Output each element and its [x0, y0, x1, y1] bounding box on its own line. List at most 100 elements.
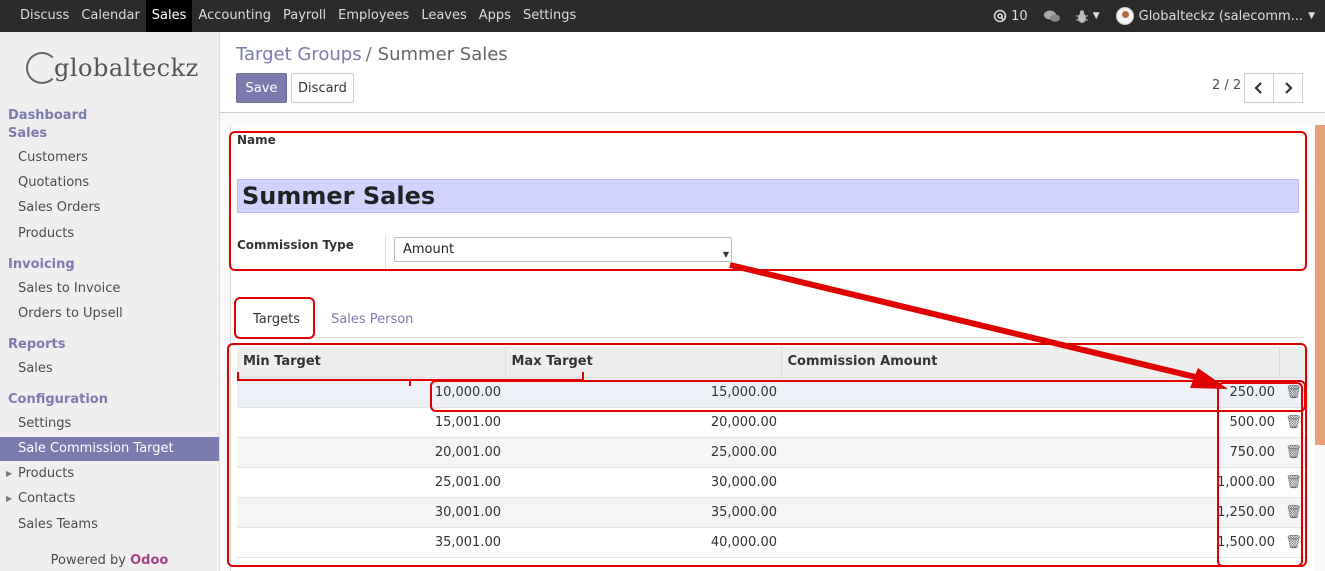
form-sheet: Name Summer Sales Commission Type Amount… — [230, 125, 1314, 571]
min-target-cell: 15,001.00 — [237, 407, 505, 438]
form-view: Name Summer Sales Commission Type Amount… — [220, 113, 1325, 571]
breadcrumb: Target Groups / Summer Sales — [236, 44, 508, 65]
sidebar-item-config-products[interactable]: ▶ Products — [0, 462, 219, 486]
scrollbar[interactable] — [1315, 125, 1325, 445]
sidebar-item-sales-orders[interactable]: Sales Orders — [0, 196, 219, 220]
caret-right-icon: ▶ — [6, 469, 13, 478]
sidebar-item-contacts[interactable]: ▶ Contacts — [0, 487, 219, 511]
targets-table: Min Target Max Target Commission Amount … — [237, 347, 1308, 558]
pager-previous-button[interactable] — [1244, 73, 1274, 103]
chat-button[interactable] — [1043, 10, 1060, 23]
at-icon — [993, 9, 1007, 23]
min-target-cell: 10,000.00 — [237, 377, 505, 408]
commission-type-select[interactable]: Amount ▼ — [394, 237, 732, 262]
name-field[interactable]: Summer Sales — [237, 179, 1299, 213]
sidebar-section-configuration[interactable]: Configuration — [8, 392, 108, 407]
chevron-right-icon — [1285, 82, 1293, 94]
min-target-cell: 20,001.00 — [237, 437, 505, 468]
sidebar-item-products[interactable]: Products — [0, 222, 219, 246]
commission-amount-cell: 1,500.00 — [781, 527, 1279, 558]
trash-icon[interactable]: 🗑 — [1279, 437, 1308, 468]
min-target-cell: 25,001.00 — [237, 467, 505, 498]
table-row[interactable]: 30,001.00 35,000.00 1,250.00 🗑 — [237, 497, 1308, 528]
chevron-down-icon: ▼ — [1092, 11, 1100, 21]
user-menu[interactable]: Globalteckz (salecomm... ▼ — [1115, 7, 1315, 25]
field-divider — [385, 235, 386, 269]
mentions-button[interactable]: 10 — [993, 9, 1028, 24]
max-target-cell: 25,000.00 — [505, 437, 781, 468]
top-navbar: Discuss Calendar Sales Accounting Payrol… — [0, 0, 1325, 32]
trash-icon[interactable]: 🗑 — [1279, 527, 1308, 558]
menu-payroll[interactable]: Payroll — [277, 0, 332, 32]
min-target-cell: 35,001.00 — [237, 527, 505, 558]
sidebar-item-orders-to-upsell[interactable]: Orders to Upsell — [0, 302, 219, 326]
menu-settings[interactable]: Settings — [517, 0, 582, 32]
tab-sales-person[interactable]: Sales Person — [321, 310, 423, 338]
discard-button[interactable]: Discard — [291, 73, 354, 103]
save-button[interactable]: Save — [236, 73, 287, 103]
sidebar-section-invoicing[interactable]: Invoicing — [8, 257, 75, 272]
max-target-cell: 15,000.00 — [505, 377, 781, 408]
column-max-target[interactable]: Max Target — [505, 347, 782, 378]
control-panel: Target Groups / Summer Sales Save Discard … — [220, 32, 1325, 113]
table-row[interactable]: 20,001.00 25,000.00 750.00 🗑 — [237, 437, 1308, 468]
column-commission-amount[interactable]: Commission Amount — [781, 347, 1280, 378]
sidebar-item-settings[interactable]: Settings — [0, 412, 219, 436]
sidebar-item-label: Products — [18, 466, 75, 481]
sidebar-section-sales[interactable]: Sales — [8, 126, 47, 141]
odoo-link[interactable]: Odoo — [130, 553, 168, 568]
chat-bubbles-icon — [1043, 10, 1060, 22]
menu-leaves[interactable]: Leaves — [415, 0, 472, 32]
trash-icon[interactable]: 🗑 — [1279, 467, 1308, 498]
powered-by: Powered by Odoo — [0, 553, 219, 568]
trash-icon[interactable]: 🗑 — [1279, 497, 1308, 528]
systray: 10 ▼ Globalteckz (salecomm... ▼ — [977, 0, 1315, 32]
app-menu: Discuss Calendar Sales Accounting Payrol… — [14, 0, 582, 32]
logo-text: globalteckz — [54, 54, 199, 82]
sidebar-section-dashboard[interactable]: Dashboard — [8, 108, 87, 123]
table-header-row: Min Target Max Target Commission Amount — [237, 347, 1308, 378]
sidebar-section-reports[interactable]: Reports — [8, 337, 65, 352]
debug-button[interactable]: ▼ — [1075, 9, 1100, 23]
sidebar-item-sale-commission-target[interactable]: Sale Commission Target — [0, 437, 219, 461]
menu-employees[interactable]: Employees — [332, 0, 415, 32]
menu-calendar[interactable]: Calendar — [75, 0, 145, 32]
pager-next-button[interactable] — [1273, 73, 1303, 103]
sidebar-item-sales-teams[interactable]: Sales Teams — [0, 513, 219, 537]
powered-prefix: Powered by — [50, 553, 126, 568]
table-row[interactable]: 15,001.00 20,000.00 500.00 🗑 — [237, 407, 1308, 438]
notification-count: 10 — [1011, 8, 1028, 24]
table-row[interactable]: 35,001.00 40,000.00 1,500.00 🗑 — [237, 527, 1308, 558]
menu-apps[interactable]: Apps — [473, 0, 517, 32]
commission-amount-cell: 750.00 — [781, 437, 1279, 468]
name-label: Name — [237, 133, 276, 147]
commission-type-value: Amount — [403, 242, 455, 257]
table-row[interactable]: 10,000.00 15,000.00 250.00 🗑 — [237, 377, 1308, 408]
table-row[interactable]: 25,001.00 30,000.00 1,000.00 🗑 — [237, 467, 1308, 498]
user-name: Globalteckz (salecomm... — [1138, 8, 1304, 24]
commission-amount-cell: 1,250.00 — [781, 497, 1279, 528]
min-target-cell: 30,001.00 — [237, 497, 505, 528]
sidebar: globalteckz Dashboard Sales Customers Qu… — [0, 32, 220, 571]
commission-amount-cell: 250.00 — [781, 377, 1279, 408]
sidebar-item-sales-to-invoice[interactable]: Sales to Invoice — [0, 277, 219, 301]
avatar — [1115, 7, 1134, 25]
pager-value: 2 / 2 — [1212, 78, 1242, 93]
trash-icon[interactable]: 🗑 — [1279, 407, 1308, 438]
breadcrumb-target-groups[interactable]: Target Groups — [236, 44, 362, 65]
max-target-cell: 40,000.00 — [505, 527, 781, 558]
sidebar-item-label: Contacts — [18, 491, 76, 506]
sidebar-item-customers[interactable]: Customers — [0, 146, 219, 170]
commission-amount-cell: 500.00 — [781, 407, 1279, 438]
max-target-cell: 35,000.00 — [505, 497, 781, 528]
menu-discuss[interactable]: Discuss — [14, 0, 75, 32]
trash-icon[interactable]: 🗑 — [1279, 377, 1308, 408]
sidebar-item-reports-sales[interactable]: Sales — [0, 357, 219, 381]
menu-sales[interactable]: Sales — [145, 0, 193, 32]
sidebar-item-quotations[interactable]: Quotations — [0, 171, 219, 195]
bug-icon — [1075, 9, 1088, 23]
column-min-target[interactable]: Min Target — [237, 347, 506, 378]
company-logo[interactable]: globalteckz — [24, 50, 198, 92]
menu-accounting[interactable]: Accounting — [192, 0, 277, 32]
tab-targets[interactable]: Targets — [243, 310, 310, 338]
